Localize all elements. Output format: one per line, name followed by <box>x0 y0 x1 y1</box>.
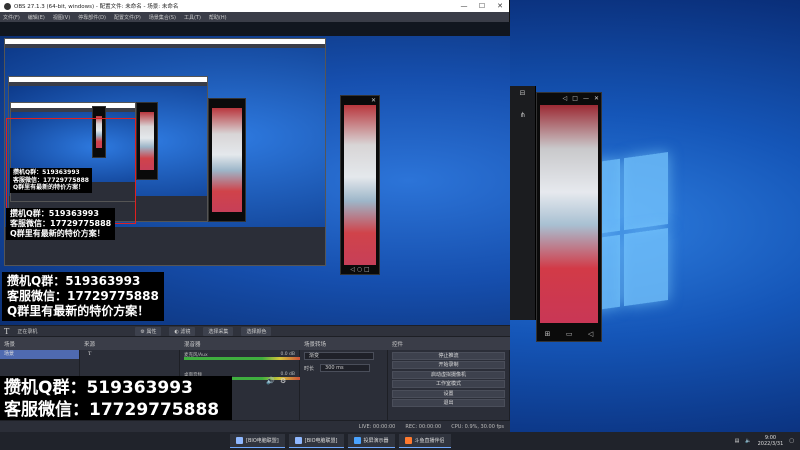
minimize-icon[interactable]: — <box>583 95 589 102</box>
promo-main-line1: 攒机Q群：519363993 <box>4 378 193 398</box>
promo-small-line2: 客服微信：17729775888 <box>13 176 89 184</box>
phone-mirror-window: ◁ □ — ✕ ⊞ ▭ ◁ <box>536 92 602 342</box>
home-icon[interactable]: ▭ <box>566 330 573 338</box>
clock-date: 2022/3/31 <box>757 441 784 447</box>
promo-large-line2: 客服微信：17729775888 <box>7 289 159 303</box>
recent-apps-icon[interactable]: ⊞ <box>545 330 551 338</box>
properties-button[interactable]: ⚙ 属性 <box>135 326 162 336</box>
scenes-dock-header: 场景 <box>0 336 80 350</box>
system-tray: ▤ 🔈 9:00 2022/3/31 ▢ <box>735 435 800 447</box>
transition-type-select[interactable]: 渐变 <box>304 352 374 360</box>
menu-scene-collection[interactable]: 场景集合(S) <box>149 14 176 21</box>
back-nav-icon[interactable]: ◁ <box>588 330 593 338</box>
speaker-icon[interactable]: 🔊 <box>266 377 275 385</box>
promo-large-line3: Q群里有最新的特价方案！ <box>7 304 150 318</box>
cpu-status: CPU: 0.9%, 30.00 fps <box>451 423 504 430</box>
maximize-button[interactable]: ☐ <box>473 2 491 10</box>
menu-bar: 文件(F) 编辑(E) 视图(V) 停靠部件(D) 配置文件(P) 场景集合(S… <box>0 12 509 22</box>
menu-view[interactable]: 视图(V) <box>53 14 70 21</box>
promo-overlay-large: 攒机Q群：519363993 客服微信：17729775888 Q群里有最新的特… <box>2 272 164 321</box>
title-bar: OBS 27.1.3 (64-bit, windows) - 配置文件: 未命名… <box>0 0 509 12</box>
close-button[interactable]: ✕ <box>491 2 509 10</box>
menu-tools[interactable]: 工具(T) <box>184 14 201 21</box>
duration-input[interactable]: 300 ms <box>320 364 371 372</box>
source-toolbar: T 正在录机 ⚙ 属性 ◐ 滤镜 选择采集 选择颜色 <box>0 325 510 336</box>
promo-medium-line1: 攒机Q群：519363993 <box>10 209 99 218</box>
scene-item[interactable]: 场景 <box>0 350 79 359</box>
taskbar-app-1[interactable]: [BIO电脑联盟] <box>230 434 285 448</box>
transitions-dock-header: 场景转场 <box>300 336 388 350</box>
preview-canvas[interactable]: ✕ ◁ ○ □ 攒机Q群：519363993 客服微信：17729775888 Q… <box>0 22 510 325</box>
minimize-button[interactable]: — <box>455 2 473 10</box>
duration-label: 时长 <box>304 365 315 372</box>
source-name: 正在录机 <box>17 328 38 335</box>
notification-icon[interactable]: ▢ <box>789 438 794 444</box>
captured-phone-3 <box>136 102 158 180</box>
menu-file[interactable]: 文件(F) <box>3 14 20 21</box>
mixer-channel-mic: 麦克风/Aux 0.0 dB <box>184 352 304 364</box>
phone-screen[interactable] <box>540 105 598 323</box>
network-icon[interactable]: ▤ <box>735 438 740 444</box>
rec-status: REC: 00:00:00 <box>405 423 442 430</box>
studio-mode-button[interactable]: 工作室模式 <box>392 380 505 388</box>
promo-overlay-small: 攒机Q群：519363993 客服微信：17729775888 Q群里有最新的特… <box>10 168 92 193</box>
window-title: OBS 27.1.3 (64-bit, windows) - 配置文件: 未命名… <box>14 4 179 10</box>
phone-nav-bar: ⊞ ▭ ◁ <box>537 330 601 338</box>
sources-dock-header: 来源 <box>80 336 180 350</box>
menu-edit[interactable]: 编辑(E) <box>28 14 45 21</box>
taskbar-app-3[interactable]: 投屏演示器 <box>347 434 395 448</box>
promo-medium-line3: Q群里有最新的特价方案！ <box>10 229 105 238</box>
windows-taskbar: [BIO电脑联盟] [BIO电脑联盟] 投屏演示器 斗鱼直播伴侣 ▤ 🔈 9:0… <box>0 432 800 450</box>
mixer-dock-header: 混音器 <box>180 336 300 350</box>
menu-help[interactable]: 帮助(H) <box>209 14 227 21</box>
volume-icon[interactable]: 🔈 <box>745 438 751 444</box>
promo-medium-line2: 客服微信：17729775888 <box>10 219 112 228</box>
menu-profile[interactable]: 配置文件(P) <box>114 14 141 21</box>
stop-streaming-button[interactable]: 停止推流 <box>392 351 505 360</box>
app-icon <box>353 437 361 444</box>
app-icon <box>404 437 412 444</box>
status-bar: LIVE: 00:00:00 REC: 00:00:00 CPU: 0.9%, … <box>0 420 510 432</box>
phone-mirror-controls: ◁ □ — ✕ <box>563 95 599 102</box>
start-recording-button[interactable]: 开始录制 <box>392 361 505 369</box>
obs-logo-icon <box>4 2 11 10</box>
text-source-icon: T <box>4 326 10 336</box>
taskbar-app-4[interactable]: 斗鱼直播伴侣 <box>398 434 451 448</box>
select-color-button[interactable]: 选择颜色 <box>241 326 272 336</box>
close-icon[interactable]: ✕ <box>594 95 599 102</box>
captured-phone-1: ✕ ◁ ○ □ <box>340 95 380 275</box>
settings-button[interactable]: 设置 <box>392 389 505 398</box>
promo-main-line2: 客服微信：17729775888 <box>4 399 220 420</box>
captured-phone-2 <box>208 98 246 222</box>
start-virtual-camera-button[interactable]: 启动虚拟摄像机 <box>392 370 505 379</box>
promo-large-line1: 攒机Q群：519363993 <box>7 274 141 288</box>
exit-button[interactable]: 退出 <box>392 399 505 407</box>
taskbar-app-2[interactable]: [BIO电脑联盟] <box>288 434 344 448</box>
promo-small-line3: Q群里有最新的特价方案！ <box>13 184 85 191</box>
select-capture-button[interactable]: 选择采集 <box>203 326 234 336</box>
menu-docks[interactable]: 停靠部件(D) <box>78 14 106 21</box>
app-icon <box>236 437 243 444</box>
promo-overlay-medium: 攒机Q群：519363993 客服微信：17729775888 Q群里有最新的特… <box>6 208 116 240</box>
clock[interactable]: 9:00 2022/3/31 <box>758 435 784 447</box>
mixer-gear-icon[interactable]: ⚙ <box>280 377 286 385</box>
square-icon[interactable]: □ <box>572 95 578 102</box>
projection-side-panel: ⊟ ⋔ <box>510 86 536 320</box>
text-source-icon: T <box>88 351 92 357</box>
back-icon[interactable]: ◁ <box>563 95 568 102</box>
menu-icon[interactable]: ⊟ <box>510 89 535 97</box>
mixer-mic-meter <box>184 357 304 360</box>
app-icon <box>294 437 302 444</box>
controls-dock-header: 控件 <box>388 336 510 350</box>
share-icon[interactable]: ⋔ <box>510 111 535 119</box>
live-status: LIVE: 00:00:00 <box>358 423 396 430</box>
promo-small-line1: 攒机Q群：519363993 <box>13 169 80 176</box>
source-item[interactable]: T <box>80 350 179 359</box>
filters-button[interactable]: ◐ 滤镜 <box>169 326 196 336</box>
obs-main-window: OBS 27.1.3 (64-bit, windows) - 配置文件: 未命名… <box>0 0 510 446</box>
